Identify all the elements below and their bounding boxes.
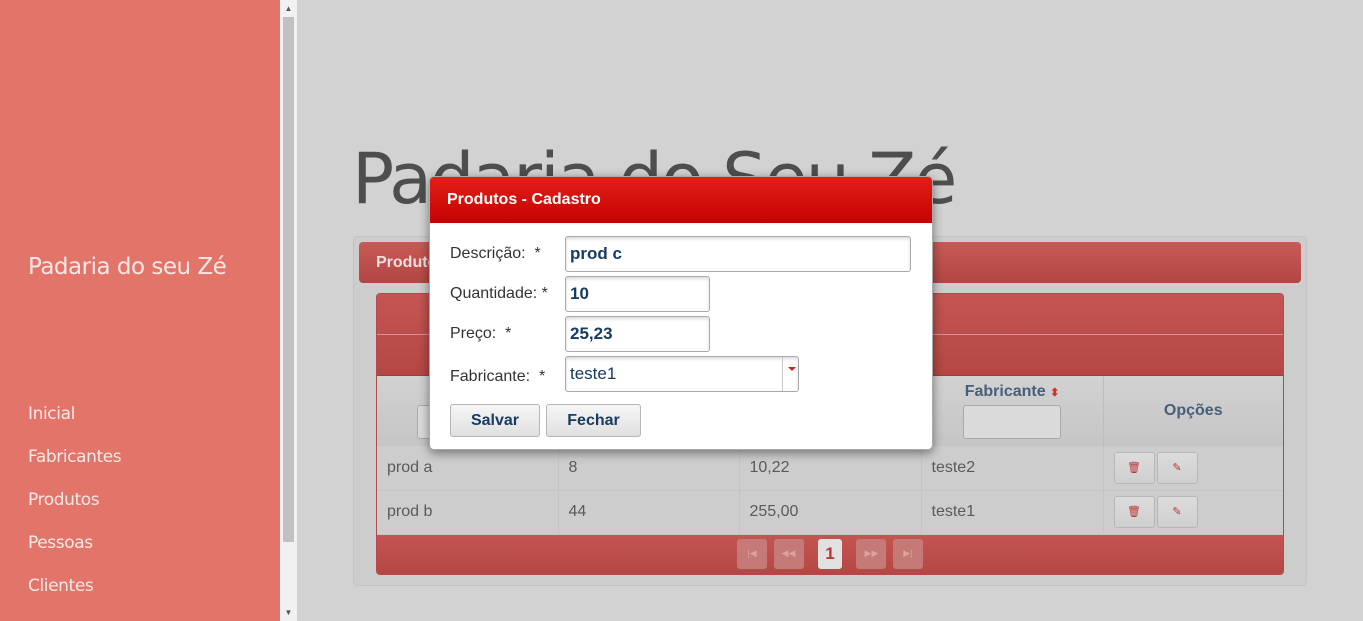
cell-fabricante: teste2 [921, 446, 1104, 491]
cell-preco: 10,22 [739, 446, 922, 491]
column-header-label: Opções [1163, 402, 1223, 419]
fabricante-label: Fabricante: * [450, 368, 546, 385]
scroll-up-icon[interactable]: ▲ [280, 0, 297, 17]
sort-icon[interactable]: ⬍ [1050, 387, 1059, 399]
cell-quantidade: 44 [558, 490, 740, 535]
page-number-current[interactable]: 1 [818, 538, 842, 569]
cell-opcoes: 🗑 ✎ [1103, 446, 1283, 491]
close-button[interactable]: Fechar [546, 404, 641, 437]
cell-descricao: prod a [377, 446, 559, 491]
pencil-icon: ✎ [1172, 506, 1182, 518]
brand-title: Padaria do seu Zé [28, 254, 227, 280]
trash-icon: 🗑 [1127, 506, 1141, 518]
descricao-input[interactable]: prod c [565, 236, 911, 272]
fabricante-selected-value: teste1 [570, 364, 617, 383]
descricao-row: Descrição: * prod c [450, 236, 920, 272]
preco-row: Preço: * 25,23 [450, 316, 920, 352]
cell-quantidade: 8 [558, 446, 740, 491]
edit-button[interactable]: ✎ [1156, 496, 1198, 528]
cell-preco: 255,00 [739, 490, 922, 535]
save-button[interactable]: Salvar [450, 404, 540, 437]
dialog-title: Produtos - Cadastro [430, 177, 932, 223]
delete-button[interactable]: 🗑 [1113, 496, 1155, 528]
cell-opcoes: 🗑 ✎ [1103, 490, 1283, 535]
fabricante-filter-input[interactable] [963, 405, 1061, 439]
quantidade-label: Quantidade: * [450, 285, 548, 302]
sidebar-nav: Inicial Fabricantes Produtos Pessoas Cli… [28, 400, 122, 615]
trash-icon: 🗑 [1127, 461, 1141, 474]
scrollbar-thumb[interactable] [283, 17, 294, 542]
product-form-dialog: Produtos - Cadastro Descrição: * prod c … [429, 176, 933, 450]
sidebar-item-clientes[interactable]: Clientes [28, 572, 121, 615]
quantidade-input[interactable]: 10 [565, 276, 710, 312]
preco-input[interactable]: 25,23 [565, 316, 710, 352]
descricao-label: Descrição: * [450, 245, 541, 262]
pencil-icon: ✎ [1172, 461, 1182, 474]
quantidade-row: Quantidade: * 10 [450, 276, 920, 312]
paginator: |◀ ◀◀ 1 ▶▶ ▶| [377, 534, 1283, 574]
delete-button[interactable]: 🗑 [1113, 451, 1155, 484]
scroll-down-icon[interactable]: ▼ [280, 604, 297, 621]
next-page-icon[interactable]: ▶▶ [856, 538, 887, 569]
table-row: prod b 44 255,00 teste1 🗑 ✎ [377, 490, 1283, 535]
fabricante-select[interactable]: teste1 [565, 356, 799, 392]
vertical-scrollbar[interactable]: ▲ ▼ [280, 0, 297, 621]
prev-page-icon[interactable]: ◀◀ [773, 538, 804, 569]
column-header-fabricante[interactable]: Fabricante ⬍ [921, 376, 1104, 446]
last-page-icon[interactable]: ▶| [892, 538, 923, 569]
edit-button[interactable]: ✎ [1156, 451, 1198, 484]
sidebar: Padaria do seu Zé Inicial Fabricantes Pr… [0, 0, 280, 621]
sidebar-item-fabricantes[interactable]: Fabricantes [28, 443, 122, 486]
first-page-icon[interactable]: |◀ [737, 538, 768, 569]
cell-descricao: prod b [377, 490, 559, 535]
column-header-opcoes: Opções [1103, 376, 1283, 446]
table-row: prod a 8 10,22 teste2 🗑 ✎ [377, 446, 1283, 491]
preco-label: Preço: * [450, 325, 512, 342]
sidebar-item-inicial[interactable]: Inicial [28, 400, 121, 443]
sidebar-item-pessoas[interactable]: Pessoas [28, 529, 121, 572]
cell-fabricante: teste1 [921, 490, 1104, 535]
sidebar-item-produtos[interactable]: Produtos [28, 486, 121, 529]
fabricante-row: Fabricante: * teste1 [450, 356, 920, 392]
chevron-down-icon[interactable] [782, 357, 798, 391]
column-header-label: Fabricante [964, 383, 1046, 400]
